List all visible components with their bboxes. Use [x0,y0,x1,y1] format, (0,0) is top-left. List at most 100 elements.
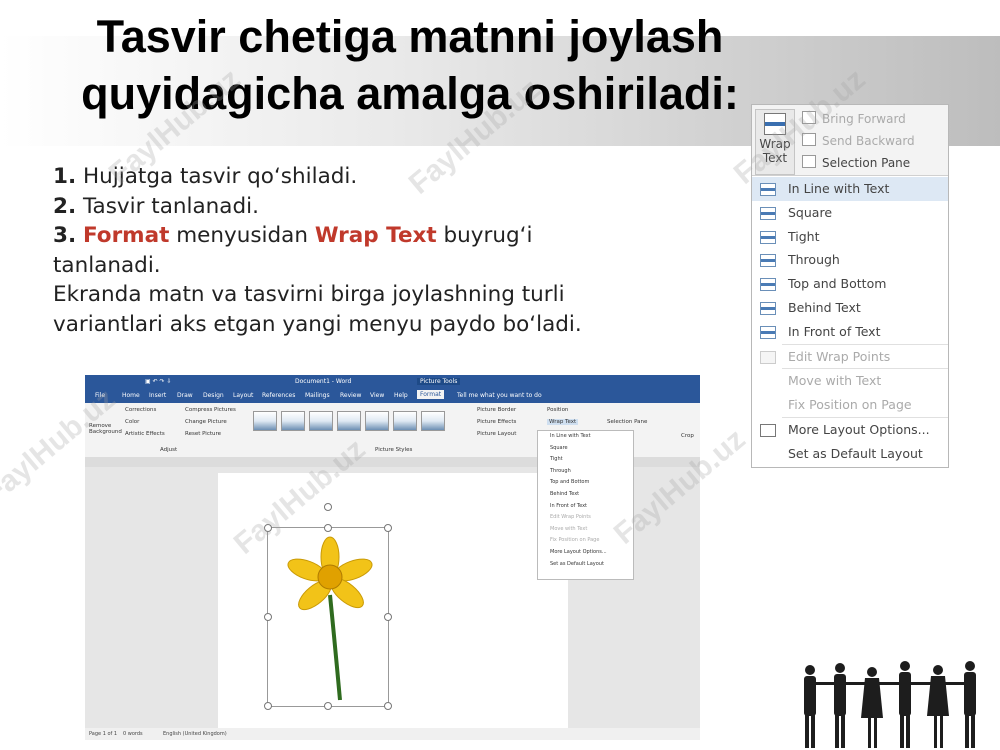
mini-item[interactable]: Behind Text [538,489,633,501]
resize-handle[interactable] [264,702,272,710]
explanation-paragraph: Ekranda matn va tasvirni birga joylashni… [53,282,582,337]
wrap-item-label: Fix Position on Page [788,397,912,413]
instructions: 1. Hujjatga tasvir qo‘shiladi. 2. Tasvir… [53,162,653,339]
people-silhouettes-image [804,661,976,748]
edit-points-icon [760,350,776,364]
color-button[interactable]: Color [125,419,139,425]
front-text-icon [760,325,776,339]
tab-design[interactable]: Design [203,392,224,399]
compress-pictures-button[interactable]: Compress Pictures [185,407,236,413]
tab-draw[interactable]: Draw [177,392,193,399]
rotate-handle[interactable] [324,503,332,511]
tab-review[interactable]: Review [340,392,361,399]
wrap-tight-item[interactable]: Tight [752,225,948,249]
format-keyword: Format [82,223,170,248]
set-default-layout-item[interactable]: Set as Default Layout [752,442,948,466]
more-layout-options-item[interactable]: More Layout Options... [752,418,948,442]
word-count: 0 words [123,731,143,737]
wrap-square-item[interactable]: Square [752,201,948,225]
wrap-item-label: More Layout Options... [788,421,930,437]
step-2: 2. Tasvir tanlanadi. [53,192,653,222]
picture-layout-button[interactable]: Picture Layout [477,431,516,437]
page-title: Tasvir chetiga matnni joylash quyidagich… [20,8,800,122]
style-thumb[interactable] [309,411,333,431]
wrap-inline-item[interactable]: In Line with Text [752,177,948,201]
wrap-item-label: Top and Bottom [788,276,887,292]
mini-item[interactable]: Through [538,466,633,478]
tight-icon [760,230,776,244]
send-backward-label: Send Backward [822,134,915,148]
picture-border-button[interactable]: Picture Border [477,407,516,413]
wrap-item-label: Edit Wrap Points [788,348,891,364]
language[interactable]: English (United Kingdom) [163,731,227,737]
picture-tools-label: Picture Tools [417,378,461,385]
tab-references[interactable]: References [262,392,295,399]
mini-item[interactable]: Top and Bottom [538,477,633,489]
daffodil-image [287,536,373,701]
wrap-top-bottom-item[interactable]: Top and Bottom [752,272,948,296]
adjust-group-label: Adjust [160,447,178,453]
step-3: 3. Format menyusidan Wrap Text buyrug‘i … [53,221,573,280]
style-thumb[interactable] [253,411,277,431]
edit-wrap-points-item: Edit Wrap Points [752,345,948,369]
selection-pane-button[interactable]: Selection Pane [607,419,647,425]
mini-item[interactable]: Square [538,443,633,455]
fix-position-item: Fix Position on Page [752,393,948,417]
style-thumb[interactable] [421,411,445,431]
resize-handle[interactable] [384,524,392,532]
step-2-number: 2. [53,193,77,219]
tell-me-search[interactable]: Tell me what you want to do [457,392,542,399]
tab-home[interactable]: Home [122,392,140,399]
style-thumb[interactable] [281,411,305,431]
reset-picture-button[interactable]: Reset Picture [185,431,221,437]
picture-styles-label: Picture Styles [375,447,413,453]
style-thumb[interactable] [393,411,417,431]
wrap-through-item[interactable]: Through [752,248,948,272]
tab-insert[interactable]: Insert [149,392,166,399]
wrap-item-label: In Front of Text [788,323,881,339]
resize-handle[interactable] [324,524,332,532]
tab-view[interactable]: View [370,392,384,399]
square-icon [760,206,776,220]
corrections-button[interactable]: Corrections [125,407,156,413]
mini-item[interactable]: In Front of Text [538,501,633,513]
resize-handle[interactable] [384,613,392,621]
wrap-front-item[interactable]: In Front of Text [752,320,948,344]
mini-item[interactable]: More Layout Options... [538,547,633,559]
wrap-item-label: Move with Text [788,373,882,389]
through-icon [760,254,776,268]
behind-text-icon [760,301,776,315]
wrap-options-list: In Line with Text Square Tight Through T… [752,177,948,466]
wrap-behind-item[interactable]: Behind Text [752,296,948,320]
resize-handle[interactable] [384,702,392,710]
tab-mailings[interactable]: Mailings [305,392,330,399]
position-button[interactable]: Position [547,407,568,413]
mini-item[interactable]: Set as Default Layout [538,559,633,571]
title-line-2: quyidagicha amalga oshiriladi: [81,68,739,119]
wrap-item-label: In Line with Text [788,181,890,196]
style-thumb[interactable] [337,411,361,431]
send-backward-button: Send Backward [802,133,915,148]
wrap-item-label: Tight [788,228,820,244]
wrap-text-keyword: Wrap Text [314,223,437,248]
picture-effects-button[interactable]: Picture Effects [477,419,516,425]
crop-button[interactable]: Crop [681,433,694,439]
wrap-item-label: Behind Text [788,299,861,315]
picture-styles-gallery[interactable] [253,411,463,431]
selection-pane-label: Selection Pane [822,156,911,170]
top-bottom-icon [760,278,776,292]
inline-icon [760,183,776,196]
mini-item[interactable]: In Line with Text [538,431,633,443]
resize-handle[interactable] [264,613,272,621]
step-2-text: Tasvir tanlanadi. [76,193,259,219]
tab-layout[interactable]: Layout [233,392,253,399]
artistic-effects-button[interactable]: Artistic Effects [125,431,165,437]
mini-item[interactable]: Tight [538,454,633,466]
tab-help[interactable]: Help [394,392,408,399]
selection-pane-item[interactable]: Selection Pane [802,155,910,170]
wrap-text-button[interactable]: Wrap Text [547,419,579,425]
style-thumb[interactable] [365,411,389,431]
change-picture-button[interactable]: Change Picture [185,419,227,425]
title-line-1: Tasvir chetiga matnni joylash [96,11,724,62]
tab-format[interactable]: Format [417,390,445,399]
